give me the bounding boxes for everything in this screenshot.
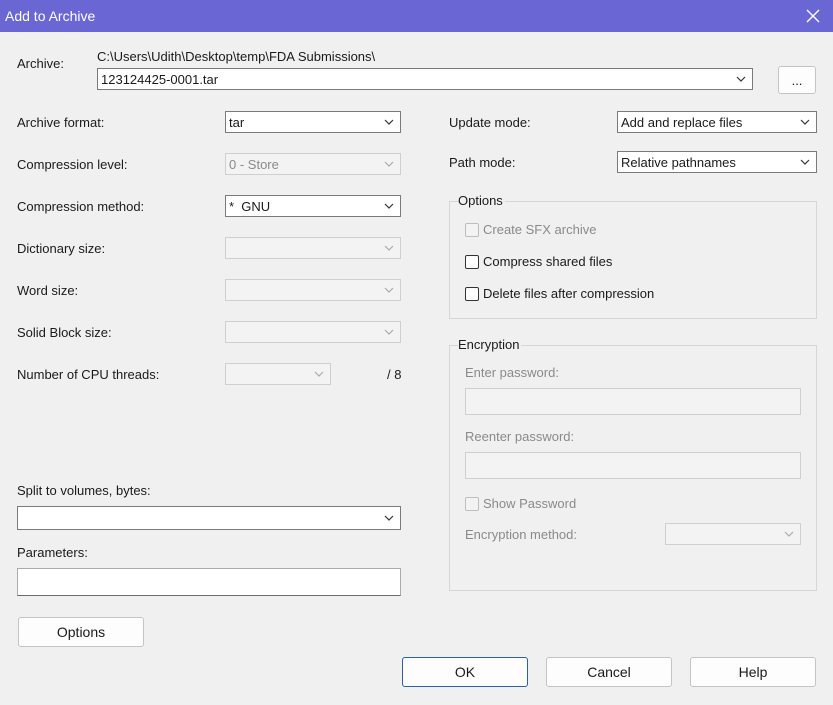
archive-format-select[interactable]: tar: [225, 111, 401, 133]
browse-button[interactable]: ...: [778, 66, 816, 94]
ok-button[interactable]: OK: [402, 657, 528, 687]
update-mode-label: Update mode:: [449, 115, 531, 130]
chevron-down-icon: [310, 364, 328, 384]
archive-name-value: 123124425-0001.tar: [101, 72, 219, 87]
options-button[interactable]: Options: [18, 617, 144, 647]
cpu-threads-label: Number of CPU threads:: [17, 367, 160, 382]
compression-level-value: 0 - Store: [229, 157, 279, 172]
solid-block-size-label: Solid Block size:: [17, 325, 112, 340]
archive-format-label: Archive format:: [17, 115, 105, 130]
archive-format-value: tar: [229, 115, 245, 130]
chevron-down-icon: [732, 69, 750, 89]
compress-shared-label: Compress shared files: [483, 254, 613, 269]
checkbox-box: [465, 496, 479, 511]
encryption-method-select[interactable]: [665, 523, 801, 545]
compression-level-select[interactable]: 0 - Store: [225, 153, 401, 175]
path-mode-label: Path mode:: [449, 155, 516, 170]
delete-after-checkbox[interactable]: Delete files after compression: [465, 286, 654, 301]
path-mode-select[interactable]: Relative pathnames: [617, 151, 817, 173]
archive-path: C:\Users\Udith\Desktop\temp\FDA Submissi…: [97, 49, 376, 64]
options-group-title: Options: [458, 193, 505, 208]
compression-method-value: * GNU: [229, 199, 271, 214]
path-mode-value: Relative pathnames: [621, 155, 736, 170]
chevron-down-icon: [380, 154, 398, 174]
archive-label: Archive:: [17, 56, 64, 71]
compression-method-select[interactable]: * GNU: [225, 195, 401, 217]
title-bar: Add to Archive: [0, 0, 833, 32]
reenter-password-label: Reenter password:: [465, 429, 575, 444]
word-size-select[interactable]: [225, 279, 401, 301]
close-icon: [806, 9, 820, 23]
cpu-threads-select[interactable]: [225, 363, 331, 385]
encryption-group-title: Encryption: [458, 337, 522, 352]
compression-level-label: Compression level:: [17, 157, 128, 172]
chevron-down-icon: [380, 112, 398, 132]
dictionary-size-select[interactable]: [225, 237, 401, 259]
create-sfx-label: Create SFX archive: [483, 222, 597, 237]
enter-password-label: Enter password:: [465, 365, 559, 380]
checkbox-box: [465, 254, 479, 269]
chevron-down-icon: [796, 112, 814, 132]
chevron-down-icon: [796, 152, 814, 172]
word-size-label: Word size:: [17, 283, 79, 298]
chevron-down-icon: [380, 322, 398, 342]
help-button[interactable]: Help: [690, 657, 816, 687]
dictionary-size-label: Dictionary size:: [17, 241, 106, 256]
checkbox-box: [465, 222, 479, 237]
parameters-input[interactable]: [17, 568, 401, 596]
compress-shared-checkbox[interactable]: Compress shared files: [465, 254, 612, 269]
parameters-label: Parameters:: [17, 545, 88, 560]
chevron-down-icon: [380, 280, 398, 300]
update-mode-select[interactable]: Add and replace files: [617, 111, 817, 133]
chevron-down-icon: [380, 507, 398, 529]
reenter-password-input[interactable]: [465, 452, 801, 479]
chevron-down-icon: [380, 196, 398, 216]
update-mode-value: Add and replace files: [621, 115, 743, 130]
create-sfx-checkbox[interactable]: Create SFX archive: [465, 222, 596, 237]
cpu-threads-max: / 8: [387, 367, 402, 382]
encryption-method-label: Encryption method:: [465, 527, 578, 542]
close-button[interactable]: [793, 0, 833, 32]
archive-name-combo[interactable]: 123124425-0001.tar: [97, 68, 753, 90]
split-volumes-combo[interactable]: [17, 506, 401, 530]
solid-block-size-select[interactable]: [225, 321, 401, 343]
chevron-down-icon: [780, 524, 798, 544]
window-title: Add to Archive: [5, 8, 96, 24]
chevron-down-icon: [380, 238, 398, 258]
show-password-label: Show Password: [483, 496, 577, 511]
compression-method-label: Compression method:: [17, 199, 145, 214]
enter-password-input[interactable]: [465, 388, 801, 415]
checkbox-box: [465, 286, 479, 301]
show-password-checkbox[interactable]: Show Password: [465, 496, 576, 511]
delete-after-label: Delete files after compression: [483, 286, 655, 301]
cancel-button[interactable]: Cancel: [546, 657, 672, 687]
split-volumes-label: Split to volumes, bytes:: [17, 483, 151, 498]
